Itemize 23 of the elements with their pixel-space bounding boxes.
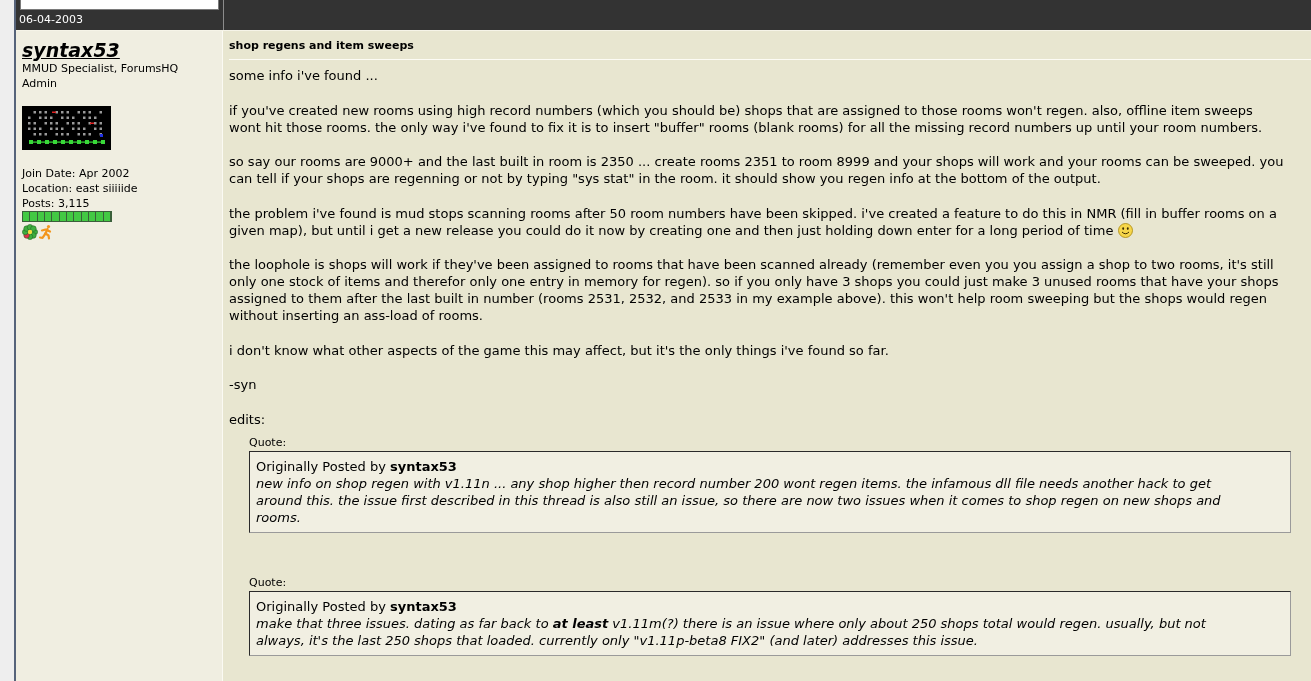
quote-text: new info on shop regen with v1.11n ... any shop higher then record number 200 wont regen items. the infamous dll file needs another hack to get around this. the issue first described in this thread is also still an issue, so there are now two issues when it comes to shop regen on new shops and rooms. (256, 474, 1221, 526)
post-paragraph: the problem i've found is mud stops scanning rooms after 50 room numbers have been skipped. i've created a feature to do this in NMR (fill in buffer rooms on a given map), but until i get a new release you could do it now by creating one and then just holding down enter for a long period of time (229, 205, 1277, 238)
post-paragraph: i don't know what other aspects of the game this may affect, but it's the only things i've found so far. (229, 342, 889, 358)
flower-icon[interactable] (22, 224, 38, 240)
post-paragraph: edits: (229, 411, 266, 427)
post-paragraph: some info i've found ... (229, 68, 378, 83)
post-count: Posts: 3,115 (22, 196, 90, 211)
quote-attribution: Originally Posted by syntax53 (256, 597, 457, 615)
post-paragraph: -syn (229, 377, 257, 392)
quote-attribution: Originally Posted by syntax53 (256, 457, 457, 475)
username-link[interactable]: syntax53 (22, 39, 120, 61)
join-date: Join Date: Apr 2002 (22, 166, 130, 181)
post-paragraph: if you've created new rooms using high record numbers (which you should be) shops that are assigned to those rooms won't regen. also, offline item sweeps wont hit those rooms. the only way i've found to fix it is to insert "buffer" rooms (blank rooms) for all the missing record numbers up until your room numbers. (229, 102, 1263, 135)
post-title: shop regens and item sweeps (229, 39, 414, 52)
quote-text: make that three issues. dating as far back to at least v1.11m(?) there is an issue where only about 250 shops total would regen. usually, but not always, it's the last 250 shops that loaded. currently only "v1.11p-beta8 FIX2" (and later) addresses this issue. (256, 614, 1206, 649)
post-paragraph: the loophole is shops will work if they've been assigned to rooms that have been scanned already (remember even you you assign a shop to two rooms, it's still only one stock of items and therefor only one entry in memory for regen). so if you only have 3 shops you could just make 3 unused rooms that have your shops assigned to them after the last built in number (rooms 2531, 2532, and 2533 in my example above). this won't help room sweeping but the shops would regen without inserting an ass-load of rooms. (229, 257, 1279, 323)
input-field[interactable] (20, 0, 219, 10)
user-location: Location: east siiiiide (22, 181, 138, 196)
user-title: MMUD Specialist, ForumsHQ Admin (22, 61, 180, 91)
quote-label: Quote: (249, 575, 287, 589)
post-date: 06-04-2003 (19, 13, 83, 26)
post-paragraph: so say our rooms are 9000+ and the last built in room is 2350 ... create rooms 2351 to room 8999 and your shops will work and your rooms can be sweeped. you can tell if your shops are regenning or not by typing "sys stat" in the room. it should show you regen info at the bottom of the output. (229, 154, 1284, 186)
quote-label: Quote: (249, 435, 287, 449)
